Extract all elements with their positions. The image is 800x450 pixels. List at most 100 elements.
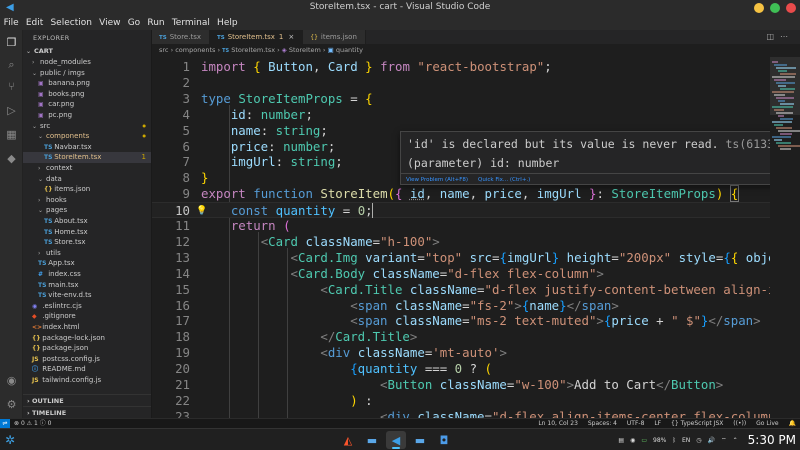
tree-item-label: car.png	[48, 100, 75, 109]
folder-item[interactable]: › context	[23, 163, 151, 174]
file-item[interactable]: TS About.tsx	[23, 216, 151, 227]
language-mode[interactable]: {} TypeScript JSX	[671, 420, 723, 427]
file-item[interactable]: {} package.json	[23, 343, 151, 354]
folder-item[interactable]: › hooks	[23, 195, 151, 206]
menu-terminal[interactable]: Terminal	[168, 18, 213, 28]
file-item[interactable]: ◉ .eslintrc.cjs	[23, 301, 151, 312]
clock-icon[interactable]: ◷	[696, 437, 701, 444]
tab-storeitem[interactable]: TS StoreItem.tsx 1 ×	[209, 30, 304, 44]
volume-icon[interactable]: 🔊	[707, 437, 714, 444]
tray-expand-icon[interactable]: ⌃	[733, 437, 738, 444]
breadcrumb-file[interactable]: StoreItem.tsx	[231, 46, 275, 54]
settings-gear-icon[interactable]: ⚙	[5, 398, 18, 411]
file-item[interactable]: ⓘ README.md	[23, 364, 151, 375]
file-item[interactable]: ▣ banana.png	[23, 78, 151, 89]
file-item[interactable]: ◆ .gitignore	[23, 311, 151, 322]
split-editor-icon[interactable]: ◫	[766, 32, 780, 41]
folder-item[interactable]: › node_modules	[23, 57, 151, 68]
tree-item-label: vite-env.d.ts	[48, 291, 92, 300]
menu-go[interactable]: Go	[124, 18, 144, 28]
tree-item-label: .eslintrc.cjs	[42, 301, 82, 310]
code-editor[interactable]: 1 import { Button, Card } from "react-boo…	[152, 57, 770, 418]
file-item[interactable]: TS main.tsx	[23, 280, 151, 291]
menu-selection[interactable]: Selection	[47, 18, 96, 28]
more-actions-icon[interactable]: ⋯	[780, 32, 794, 41]
folder-item[interactable]: ⌄ src ●	[23, 121, 151, 132]
tab-items-json[interactable]: {} items.json	[303, 30, 366, 44]
explorer-icon[interactable]: ❐	[5, 36, 18, 49]
folder-item[interactable]: › utils	[23, 248, 151, 259]
file-item[interactable]: TS StoreItem.tsx 1	[23, 152, 151, 163]
vscode-taskbar-icon[interactable]: ◀	[386, 431, 406, 449]
maximize-button[interactable]	[770, 3, 780, 13]
file-item[interactable]: # index.css	[23, 269, 151, 280]
file-item[interactable]: TS Home.tsx	[23, 227, 151, 238]
chat-app-icon[interactable]: ◘	[434, 431, 454, 449]
breadcrumb-function[interactable]: StoreItem	[289, 46, 321, 54]
view-problem-link[interactable]: View Problem (Alt+F8)	[406, 177, 468, 183]
start-menu-icon[interactable]: ✲	[5, 433, 19, 447]
file-item[interactable]: {} items.json	[23, 184, 151, 195]
outline-section[interactable]: › OUTLINE	[23, 394, 151, 406]
folder-icon[interactable]: ▬	[410, 431, 430, 449]
close-tab-icon[interactable]: ×	[288, 33, 294, 41]
tree-item-label: index.html	[42, 323, 80, 331]
file-item[interactable]: TS Navbar.tsx	[23, 142, 151, 153]
code-line: 9 export function StoreItem({ id, name, p…	[182, 185, 740, 203]
cursor-position[interactable]: Ln 10, Col 23	[538, 420, 578, 427]
file-item[interactable]: TS App.tsx	[23, 258, 151, 269]
breadcrumb-src[interactable]: src	[159, 46, 169, 54]
file-item[interactable]: JS postcss.config.js	[23, 354, 151, 365]
menu-edit[interactable]: Edit	[22, 18, 47, 28]
extensions-icon[interactable]: ▦	[5, 128, 18, 141]
source-control-icon[interactable]: ⑂	[5, 80, 18, 93]
folder-item[interactable]: ⌄ public / imgs	[23, 68, 151, 79]
close-button[interactable]	[786, 3, 796, 13]
problem-hover-tooltip: 'id' is declared but its value is never …	[400, 131, 790, 185]
tree-item-label: Home.tsx	[54, 227, 88, 236]
file-item[interactable]: ▣ car.png	[23, 99, 151, 110]
search-icon[interactable]: ⌕	[5, 58, 18, 71]
line-ending[interactable]: LF	[654, 420, 661, 427]
menu-file[interactable]: File	[0, 18, 22, 28]
folder-item[interactable]: ⌄ pages	[23, 205, 151, 216]
minimize-button[interactable]	[754, 3, 764, 13]
menu-view[interactable]: View	[96, 18, 125, 28]
file-item[interactable]: {} package-lock.json	[23, 333, 151, 344]
quick-fix-link[interactable]: Quick Fix... (Ctrl+.)	[478, 177, 530, 183]
menu-help[interactable]: Help	[213, 18, 241, 28]
file-item[interactable]: ▣ books.png	[23, 89, 151, 100]
file-item[interactable]: TS vite-env.d.ts	[23, 290, 151, 301]
steam-icon[interactable]: ◉	[630, 437, 635, 444]
menu-run[interactable]: Run	[144, 18, 168, 28]
file-item[interactable]: ▣ pc.png	[23, 110, 151, 121]
folder-item[interactable]: ⌄ components ●	[23, 131, 151, 142]
breadcrumb-components[interactable]: components	[175, 46, 215, 54]
account-icon[interactable]: ◉	[5, 374, 18, 387]
file-manager-icon[interactable]: ▬	[362, 431, 382, 449]
wifi-icon[interactable]: ⌔	[721, 436, 727, 444]
go-live-button[interactable]: ((•)) Go Live	[733, 420, 778, 427]
tab-store[interactable]: TS Store.tsx	[152, 30, 210, 44]
timeline-section[interactable]: › TIMELINE	[23, 406, 151, 418]
battery-icon[interactable]: ▭	[641, 437, 647, 444]
brave-browser-icon[interactable]: ◭	[338, 431, 358, 449]
file-item[interactable]: TS Store.tsx	[23, 237, 151, 248]
bluetooth-icon[interactable]: ᛒ	[672, 437, 676, 444]
minimap-line	[776, 82, 795, 84]
workspace-root[interactable]: ⌄ CART	[23, 46, 151, 57]
indentation[interactable]: Spaces: 4	[588, 420, 617, 427]
keyboard-language[interactable]: EN	[682, 437, 690, 444]
clipboard-icon[interactable]: ▤	[618, 437, 624, 444]
breadcrumb-variable[interactable]: quantity	[336, 46, 363, 54]
encoding[interactable]: UTF-8	[627, 420, 645, 427]
run-debug-icon[interactable]: ▷	[5, 104, 18, 117]
breadcrumb: src › components › TS StoreItem.tsx › ◈ …	[152, 44, 800, 57]
clock[interactable]: 5:30 PM	[748, 433, 796, 447]
folder-item[interactable]: ⌄ data	[23, 174, 151, 185]
notifications-icon[interactable]: 🔔	[789, 420, 796, 427]
minimap[interactable]	[770, 57, 800, 418]
file-item[interactable]: <> index.html	[23, 322, 151, 333]
docker-icon[interactable]: ◆	[5, 152, 18, 165]
file-item[interactable]: JS tailwind.config.js	[23, 375, 151, 386]
